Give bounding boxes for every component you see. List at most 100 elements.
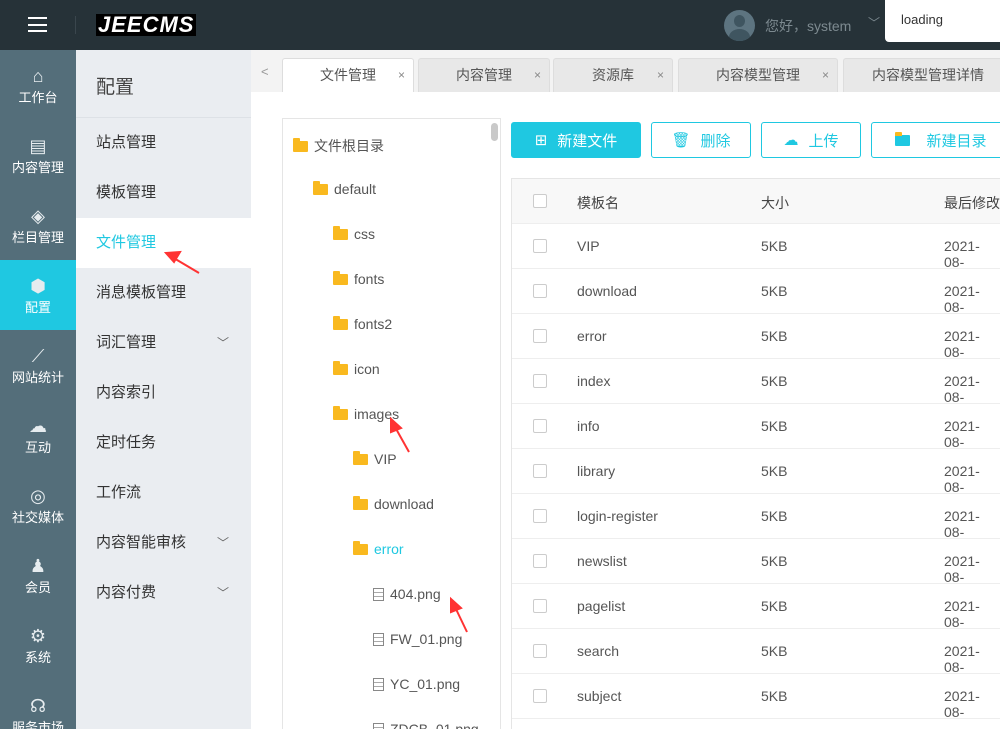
- tree-node[interactable]: 404.png: [373, 586, 441, 602]
- row-checkbox[interactable]: [533, 509, 547, 523]
- table-row[interactable]: VIP 5KB 2021-08-: [512, 224, 1000, 270]
- folder-icon: [333, 360, 348, 375]
- sidebar-item[interactable]: 内容索引: [76, 368, 251, 418]
- table-row[interactable]: subject 5KB 2021-08-: [512, 674, 1000, 720]
- tab[interactable]: 资源库 ×: [553, 58, 673, 92]
- sidebar-item[interactable]: 模板管理: [76, 168, 251, 218]
- tree-node[interactable]: icon: [333, 360, 380, 377]
- sidebar-item-label: 站点管理: [96, 134, 157, 151]
- cell-modified: 2021-08-: [944, 598, 980, 630]
- sidebar-item-label: 模板管理: [96, 184, 157, 201]
- tree-node[interactable]: default: [313, 180, 376, 197]
- row-checkbox[interactable]: [533, 374, 547, 388]
- row-checkbox[interactable]: [533, 239, 547, 253]
- row-checkbox[interactable]: [533, 329, 547, 343]
- chevron-down-icon[interactable]: ﹀: [217, 518, 229, 568]
- tree-node[interactable]: FW_01.png: [373, 631, 462, 647]
- new-file-button[interactable]: ⊞ 新建文件: [511, 122, 641, 158]
- nav-item-4[interactable]: ⟋ 网站统计: [0, 330, 76, 400]
- tree-node[interactable]: YC_01.png: [373, 676, 460, 692]
- hamburger-menu-icon[interactable]: [28, 17, 47, 32]
- row-checkbox[interactable]: [533, 689, 547, 703]
- nav-item-label: 系统: [24, 649, 51, 665]
- nav-item-7[interactable]: ♟ 会员: [0, 540, 76, 610]
- close-icon[interactable]: ×: [822, 59, 829, 92]
- sidebar-item[interactable]: 工作流: [76, 468, 251, 518]
- scrollbar[interactable]: [491, 123, 498, 141]
- tab-scroll-left-icon[interactable]: <: [261, 64, 269, 79]
- tree-node[interactable]: images: [333, 405, 399, 422]
- tree-node[interactable]: download: [353, 495, 434, 512]
- cell-size: 5KB: [761, 283, 788, 299]
- nav-item-label: 服务市场: [11, 719, 64, 735]
- row-checkbox[interactable]: [533, 464, 547, 478]
- sidebar-item[interactable]: 词汇管理 ﹀: [76, 318, 251, 368]
- chevron-down-icon[interactable]: ﹀: [868, 14, 880, 31]
- tree-node-label: YC_01.png: [390, 676, 461, 692]
- tree-node[interactable]: ZDCB_01.png: [373, 721, 479, 729]
- chevron-down-icon[interactable]: ﹀: [217, 318, 229, 368]
- nav-item-8[interactable]: ⚙ 系统: [0, 610, 76, 680]
- nav-item-2[interactable]: ◈ 栏目管理: [0, 190, 76, 260]
- file-icon: [373, 632, 384, 646]
- row-checkbox[interactable]: [533, 644, 547, 658]
- table-row[interactable]: download 5KB 2021-08-: [512, 269, 1000, 315]
- nav-item-5[interactable]: ☁ 互动: [0, 400, 76, 470]
- new-directory-button[interactable]: 新建目录: [871, 122, 1000, 158]
- tab[interactable]: 内容模型管理详情: [843, 58, 1000, 92]
- close-icon[interactable]: ×: [398, 59, 405, 92]
- cell-modified: 2021-08-: [944, 688, 980, 720]
- sidebar-item[interactable]: 文件管理: [76, 218, 251, 268]
- sidebar-item[interactable]: 内容付费 ﹀: [76, 568, 251, 618]
- file-tree: 文件根目录 default css fonts fonts2 icon images VIP d…: [282, 118, 501, 729]
- tab[interactable]: 内容管理 ×: [418, 58, 550, 92]
- folder-icon: [353, 495, 368, 510]
- table-row[interactable]: pagelist 5KB 2021-08-: [512, 584, 1000, 630]
- avatar[interactable]: [724, 10, 755, 41]
- tree-node[interactable]: fonts: [333, 270, 384, 287]
- table-row[interactable]: info 5KB 2021-08-: [512, 404, 1000, 450]
- sidebar-item[interactable]: 消息模板管理: [76, 268, 251, 318]
- nav-item-6[interactable]: ◎ 社交媒体: [0, 470, 76, 540]
- tree-node[interactable]: VIP: [353, 450, 397, 467]
- table-row[interactable]: newslist 5KB 2021-08-: [512, 539, 1000, 585]
- nav-item-1[interactable]: ▤ 内容管理: [0, 120, 76, 190]
- close-icon[interactable]: ×: [657, 59, 664, 92]
- close-icon[interactable]: ×: [534, 59, 541, 92]
- row-checkbox[interactable]: [533, 284, 547, 298]
- nav-item-0[interactable]: ⌂ 工作台: [0, 50, 76, 120]
- delete-button[interactable]: 🗑 删除: [651, 122, 751, 158]
- file-icon: [373, 722, 384, 729]
- sidebar-item-label: 内容付费: [96, 584, 157, 601]
- tree-node[interactable]: css: [333, 225, 375, 242]
- table-row[interactable]: login-register 5KB 2021-08-: [512, 494, 1000, 540]
- upload-label: 上传: [808, 132, 839, 150]
- upload-button[interactable]: ☁ 上传: [761, 122, 861, 158]
- table-row[interactable]: search 5KB 2021-08-: [512, 629, 1000, 675]
- row-checkbox[interactable]: [533, 419, 547, 433]
- tab[interactable]: 内容模型管理 ×: [678, 58, 838, 92]
- tree-node[interactable]: fonts2: [333, 315, 392, 332]
- home-icon: ⌂: [32, 65, 44, 86]
- tab-label: 文件管理: [320, 67, 376, 83]
- table-row[interactable]: library 5KB 2021-08-: [512, 449, 1000, 495]
- select-all-checkbox[interactable]: [533, 194, 547, 208]
- file-icon: [373, 677, 384, 691]
- tab[interactable]: 文件管理 ×: [282, 58, 414, 92]
- chevron-down-icon[interactable]: ﹀: [217, 568, 229, 618]
- tree-node[interactable]: error: [353, 540, 404, 557]
- row-checkbox[interactable]: [533, 599, 547, 613]
- row-checkbox[interactable]: [533, 554, 547, 568]
- nav-item-9[interactable]: ☊ 服务市场: [0, 680, 76, 750]
- table-row[interactable]: error 5KB 2021-08-: [512, 314, 1000, 360]
- tree-node[interactable]: 文件根目录: [293, 136, 384, 156]
- sidebar-item[interactable]: 内容智能审核 ﹀: [76, 518, 251, 568]
- nav-item-3[interactable]: ⬢ 配置: [0, 260, 76, 330]
- sidebar-item[interactable]: 定时任务: [76, 418, 251, 468]
- sidebar-item[interactable]: 站点管理: [76, 118, 251, 168]
- tab-label: 内容管理: [456, 67, 512, 83]
- document-icon: ▤: [29, 135, 47, 156]
- cell-modified: 2021-08-: [944, 283, 980, 315]
- table-row[interactable]: index 5KB 2021-08-: [512, 359, 1000, 405]
- user-greeting[interactable]: 您好，system: [765, 16, 851, 36]
